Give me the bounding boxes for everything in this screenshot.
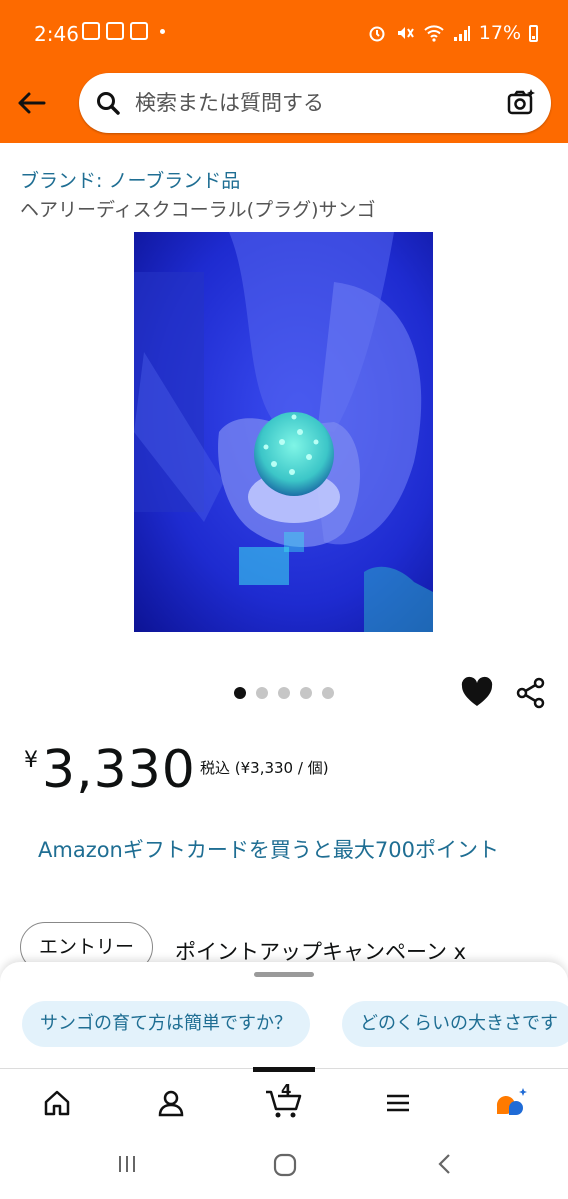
carousel-dot[interactable] <box>300 687 312 699</box>
shop-notification-icon <box>130 22 148 40</box>
wishlist-button[interactable] <box>460 676 494 714</box>
coral-photo-illustration <box>134 232 433 632</box>
status-bar: 2:46 17% <box>0 0 568 70</box>
search-bar[interactable] <box>79 73 551 133</box>
alarm-icon <box>369 26 385 42</box>
nav-menu[interactable] <box>378 1083 418 1123</box>
product-image[interactable] <box>134 232 433 632</box>
app-header: 2:46 17% <box>0 0 568 143</box>
nav-home[interactable] <box>37 1083 77 1123</box>
currency-symbol: ¥ <box>24 748 38 773</box>
heart-icon <box>461 676 493 706</box>
account-icon <box>158 1090 184 1117</box>
price-amount: 3,330 <box>42 740 196 800</box>
nav-rufus[interactable] <box>492 1083 532 1123</box>
signal-icon <box>453 26 470 41</box>
back-button[interactable] <box>14 86 48 120</box>
back-nav-icon[interactable] <box>434 1152 456 1176</box>
brand-link[interactable]: ブランド: ノーブランド品 <box>20 166 240 193</box>
nav-account[interactable] <box>151 1083 191 1123</box>
search-input[interactable] <box>135 85 475 121</box>
wifi-icon <box>424 25 444 42</box>
carousel-dot[interactable] <box>322 687 334 699</box>
more-notifications-icon <box>160 28 165 34</box>
cart-count-badge: 4 <box>281 1081 292 1099</box>
sheet-handle[interactable] <box>254 972 314 977</box>
recent-apps-icon[interactable] <box>115 1152 139 1176</box>
mute-icon <box>397 27 414 39</box>
rufus-icon <box>496 1088 527 1115</box>
gift-card-promo-link[interactable]: Amazonギフトカードを買うと最大700ポイント <box>38 834 538 866</box>
battery-percent: 17% <box>478 22 521 44</box>
suggestion-sheet: サンゴの育て方は簡単ですか？ どのくらいの大きさです <box>0 962 568 1072</box>
gallery-notification-icon <box>82 22 100 40</box>
notification-icons <box>82 22 165 40</box>
arrow-left-icon <box>18 92 46 114</box>
active-tab-indicator <box>253 1067 315 1072</box>
home-button-icon[interactable] <box>272 1152 298 1178</box>
home-icon <box>44 1090 70 1116</box>
system-navigation-bar <box>0 1134 568 1199</box>
bottom-nav <box>0 1067 568 1134</box>
carousel-dot[interactable] <box>256 687 268 699</box>
menu-icon <box>387 1094 409 1112</box>
image-carousel-indicator[interactable] <box>234 687 334 699</box>
share-icon <box>516 677 545 709</box>
camera-search-icon[interactable] <box>505 87 537 119</box>
tax-note: 税込 (¥3,330 / 個) <box>200 759 329 777</box>
app-notification-icon <box>106 22 124 40</box>
product-title: ヘアリーディスクコーラル(プラグ)サンゴ <box>20 199 376 221</box>
share-button[interactable] <box>514 676 548 714</box>
system-icons: 17% <box>367 22 538 44</box>
status-time: 2:46 <box>34 22 79 46</box>
suggestion-chip[interactable]: どのくらいの大きさです <box>342 1001 568 1047</box>
screen: 2:46 17% ブランド: ノーブランド品 <box>0 0 568 1199</box>
suggestion-chip[interactable]: サンゴの育て方は簡単ですか？ <box>22 1001 310 1047</box>
carousel-dot[interactable] <box>234 687 246 699</box>
carousel-dot[interactable] <box>278 687 290 699</box>
search-icon <box>97 92 120 115</box>
battery-icon <box>529 24 538 42</box>
